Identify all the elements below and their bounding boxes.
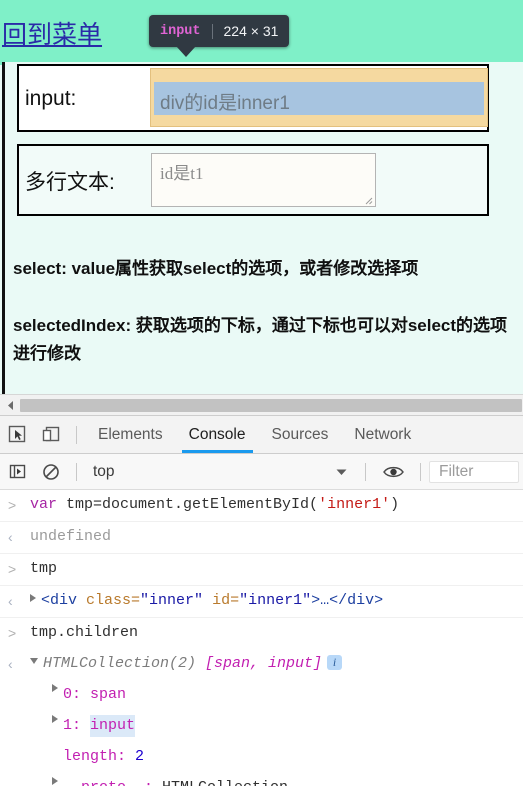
tab-sources[interactable]: Sources: [259, 416, 342, 453]
toolbar-divider-2: [365, 462, 366, 481]
scrollbar-thumb[interactable]: [20, 398, 522, 412]
console-return-icon: ‹: [8, 593, 13, 609]
page-body: input: div的id是inner1 多行文本: id是t1 select:…: [5, 62, 523, 394]
back-to-menu-link[interactable]: 回到菜单: [2, 15, 102, 51]
expand-triangle-icon[interactable]: [52, 684, 58, 692]
object-property-row[interactable]: __proto__: HTMLCollection: [0, 773, 523, 786]
property-value: 2: [135, 748, 145, 765]
property-value: HTMLCollection: [162, 777, 288, 786]
page-viewport: 回到菜单 input: div的id是inner1 多行文本: id是t1 se…: [0, 0, 523, 394]
live-expression-eye-icon[interactable]: [374, 465, 412, 479]
page-horizontal-scrollbar[interactable]: [0, 394, 523, 415]
token-attr-id: id=: [212, 592, 240, 609]
token-value-class: "inner": [140, 592, 204, 609]
device-toolbar-icon[interactable]: [34, 417, 68, 453]
console-line-content: var tmp=document.getElementById('inner1'…: [30, 494, 523, 516]
property-value: span: [90, 686, 127, 703]
expand-triangle-icon[interactable]: [52, 777, 58, 785]
console-line-result[interactable]: ‹ <div class="inner" id="inner1">…</div>: [0, 586, 523, 618]
expand-triangle-icon[interactable]: [52, 715, 58, 723]
devtools-panel: Elements Console Sources Network top Fil…: [0, 415, 523, 786]
token-plain: tmp=document.getElementById(: [66, 496, 319, 513]
scroll-left-arrow-icon[interactable]: [0, 395, 20, 415]
note-select: select: value属性获取select的选项，或者修改选择项: [13, 259, 419, 278]
property-key: __proto__:: [63, 777, 153, 786]
badge-dimensions: 224 × 31: [223, 23, 279, 39]
note-selected-index: selectedIndex: 获取选项的下标，通过下标也可以对select的选项…: [13, 316, 508, 363]
console-prompt-icon: >: [8, 625, 17, 641]
tab-console[interactable]: Console: [176, 416, 259, 453]
console-line-content: tmp: [30, 560, 58, 577]
property-key: length:: [63, 748, 127, 765]
token-keyword: var: [30, 496, 67, 513]
textarea-value: id是t1: [160, 164, 204, 183]
object-property-row[interactable]: 0: span: [0, 680, 523, 711]
chevron-down-icon: [336, 463, 347, 481]
devtools-tabbar: Elements Console Sources Network: [0, 416, 523, 454]
toolbar-divider-1: [76, 462, 77, 481]
execution-context-selector[interactable]: top: [85, 454, 357, 490]
input-field-label: input:: [25, 87, 77, 110]
resize-grip-icon[interactable]: [361, 193, 373, 205]
console-filter-input[interactable]: Filter: [429, 460, 519, 483]
console-line-input[interactable]: > tmp.children: [0, 618, 523, 649]
object-property-row[interactable]: length: 2: [0, 742, 523, 773]
token-value-id: "inner1": [239, 592, 312, 609]
token-collection-items: [span, input]: [205, 655, 323, 672]
textarea-field-label: 多行文本:: [25, 171, 115, 194]
toolbar-divider-3: [420, 462, 421, 481]
console-return-icon: ‹: [8, 656, 13, 672]
console-filter-placeholder: Filter: [439, 462, 474, 480]
tab-elements-label: Elements: [98, 425, 163, 443]
tab-sources-label: Sources: [271, 425, 329, 443]
console-line-content: tmp.children: [30, 624, 139, 641]
badge-tag-name: input: [160, 23, 201, 39]
console-line-result[interactable]: ‹ undefined: [0, 522, 523, 554]
inspect-cursor-icon[interactable]: [0, 417, 34, 453]
console-prompt-icon: >: [8, 497, 17, 513]
badge-separator: [211, 23, 213, 39]
badge-pointer-arrow: [176, 46, 196, 57]
console-result-value: undefined: [30, 528, 112, 545]
expand-triangle-icon[interactable]: [30, 594, 36, 602]
tab-network[interactable]: Network: [341, 416, 424, 453]
object-property-row[interactable]: 1: input: [0, 711, 523, 742]
element-info-badge: input 224 × 31: [149, 15, 290, 47]
tab-network-label: Network: [354, 425, 412, 443]
multiline-textarea[interactable]: id是t1: [151, 153, 376, 207]
clear-console-icon[interactable]: [34, 454, 68, 490]
console-output[interactable]: > var tmp=document.getElementById('inner…: [0, 490, 523, 786]
token-string: 'inner1': [318, 496, 391, 513]
console-return-icon: ‹: [8, 529, 13, 545]
collapse-triangle-icon[interactable]: [30, 658, 38, 664]
token-tag-close: >…</div>: [311, 592, 384, 609]
text-input-placeholder[interactable]: div的id是inner1: [160, 88, 290, 115]
execution-context-label: top: [93, 462, 115, 480]
property-value: input: [90, 715, 136, 737]
property-key: 0:: [63, 686, 82, 703]
execute-snippet-icon[interactable]: [0, 454, 34, 490]
token-tag-open: <div: [41, 592, 87, 609]
console-line-input[interactable]: > tmp: [0, 554, 523, 586]
tab-console-label: Console: [188, 425, 246, 443]
tab-elements[interactable]: Elements: [85, 416, 176, 453]
tabbar-divider: [76, 425, 77, 444]
token-collection-name: HTMLCollection(2): [43, 655, 206, 672]
console-prompt-icon: >: [8, 561, 17, 577]
property-key: 1:: [63, 717, 82, 734]
console-line-result[interactable]: ‹ HTMLCollection(2) [span, input] i: [0, 649, 523, 680]
console-result-collection: HTMLCollection(2) [span, input] i: [30, 653, 523, 675]
console-result-element: <div class="inner" id="inner1">…</div>: [30, 590, 523, 612]
token-attr-class: class=: [86, 592, 141, 609]
console-line-input[interactable]: > var tmp=document.getElementById('inner…: [0, 490, 523, 522]
console-toolbar: top Filter: [0, 454, 523, 490]
token-plain-close: ): [390, 496, 400, 513]
screenshot-root: 回到菜单 input: div的id是inner1 多行文本: id是t1 se…: [0, 0, 523, 786]
info-badge-icon[interactable]: i: [327, 655, 343, 670]
